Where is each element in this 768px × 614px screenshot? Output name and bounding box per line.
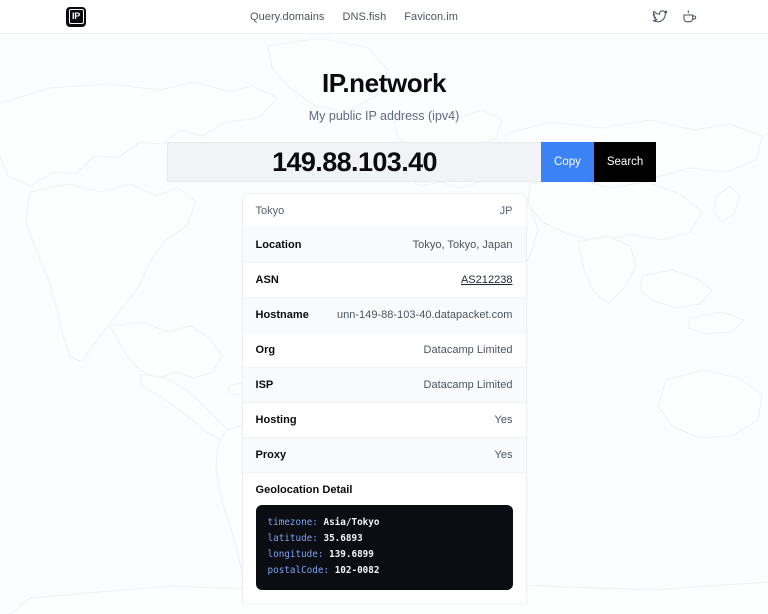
row-value: Yes	[494, 449, 513, 461]
code-key: latitude:	[267, 533, 318, 544]
code-line-timezone: timezone: Asia/Tokyo	[268, 515, 501, 531]
code-line-postalcode: postalCode: 102-0082	[268, 563, 501, 579]
code-line-latitude: latitude: 35.6893	[268, 531, 501, 547]
row-key: Org	[255, 344, 276, 356]
page-subtitle: My public IP address (ipv4)	[308, 109, 460, 123]
page-title: IP.network	[321, 68, 447, 98]
ip-details-card: Tokyo JP Location Tokyo, Tokyo, Japan AS…	[241, 193, 527, 603]
card-header: Tokyo JP	[242, 194, 526, 227]
code-value: 139.6899	[329, 549, 374, 560]
section-title: Geolocation Detail	[255, 484, 353, 496]
row-key: Location	[255, 239, 302, 251]
row-key: Proxy	[255, 449, 287, 461]
asn-link[interactable]: AS212238	[461, 274, 513, 286]
row-value: Datacamp Limited	[423, 379, 513, 391]
code-line-longitude: longitude: 139.6899	[268, 547, 501, 563]
table-row-proxy: Proxy Yes	[242, 437, 526, 472]
search-button[interactable]: Search	[593, 142, 657, 182]
main-nav: Query.domains DNS.fish Favicon.im	[56, 11, 652, 23]
table-row-isp: ISP Datacamp Limited	[242, 367, 526, 402]
table-row-location: Location Tokyo, Tokyo, Japan	[242, 227, 526, 262]
table-row-org: Org Datacamp Limited	[242, 332, 526, 367]
card-city: Tokyo	[255, 205, 285, 217]
row-value: Datacamp Limited	[423, 344, 513, 356]
geolocation-code-block: timezone: Asia/Tokyo latitude: 35.6893 l…	[255, 505, 513, 590]
site-header: IP Query.domains DNS.fish Favicon.im	[0, 0, 768, 34]
code-value: 35.6893	[323, 533, 363, 544]
code-key: timezone:	[267, 517, 318, 528]
geolocation-detail-heading: Geolocation Detail	[242, 472, 526, 505]
ip-input[interactable]	[167, 142, 541, 182]
nav-link-query-domains[interactable]: Query.domains	[250, 11, 324, 23]
ip-search-bar: Copy Search	[167, 142, 657, 182]
table-row-hostname: Hostname unn-149-88-103-40.datapacket.co…	[242, 297, 526, 332]
code-value: 102-0082	[334, 565, 380, 576]
table-row-hosting: Hosting Yes	[242, 402, 526, 437]
code-key: postalCode:	[267, 565, 330, 576]
copy-button[interactable]: Copy	[541, 142, 594, 182]
row-value: Tokyo, Tokyo, Japan	[412, 239, 513, 251]
hero-section: IP.network My public IP address (ipv4)	[0, 34, 768, 123]
coffee-cup-icon[interactable]	[682, 9, 698, 25]
row-key: Hosting	[255, 414, 297, 426]
header-icon-group	[652, 9, 698, 25]
table-row-asn: ASN AS212238	[242, 262, 526, 297]
row-value: unn-149-88-103-40.datapacket.com	[336, 309, 513, 321]
code-value: Asia/Tokyo	[323, 517, 380, 528]
row-key: ISP	[255, 379, 274, 391]
card-country-code: JP	[499, 205, 513, 217]
twitter-icon[interactable]	[652, 9, 668, 25]
row-value: Yes	[494, 414, 513, 426]
nav-link-favicon-im[interactable]: Favicon.im	[404, 11, 458, 23]
row-key: Hostname	[255, 309, 309, 321]
code-key: longitude:	[267, 549, 324, 560]
nav-link-dns-fish[interactable]: DNS.fish	[342, 11, 386, 23]
geolocation-code-wrapper: timezone: Asia/Tokyo latitude: 35.6893 l…	[242, 505, 526, 603]
row-key: ASN	[255, 274, 279, 286]
